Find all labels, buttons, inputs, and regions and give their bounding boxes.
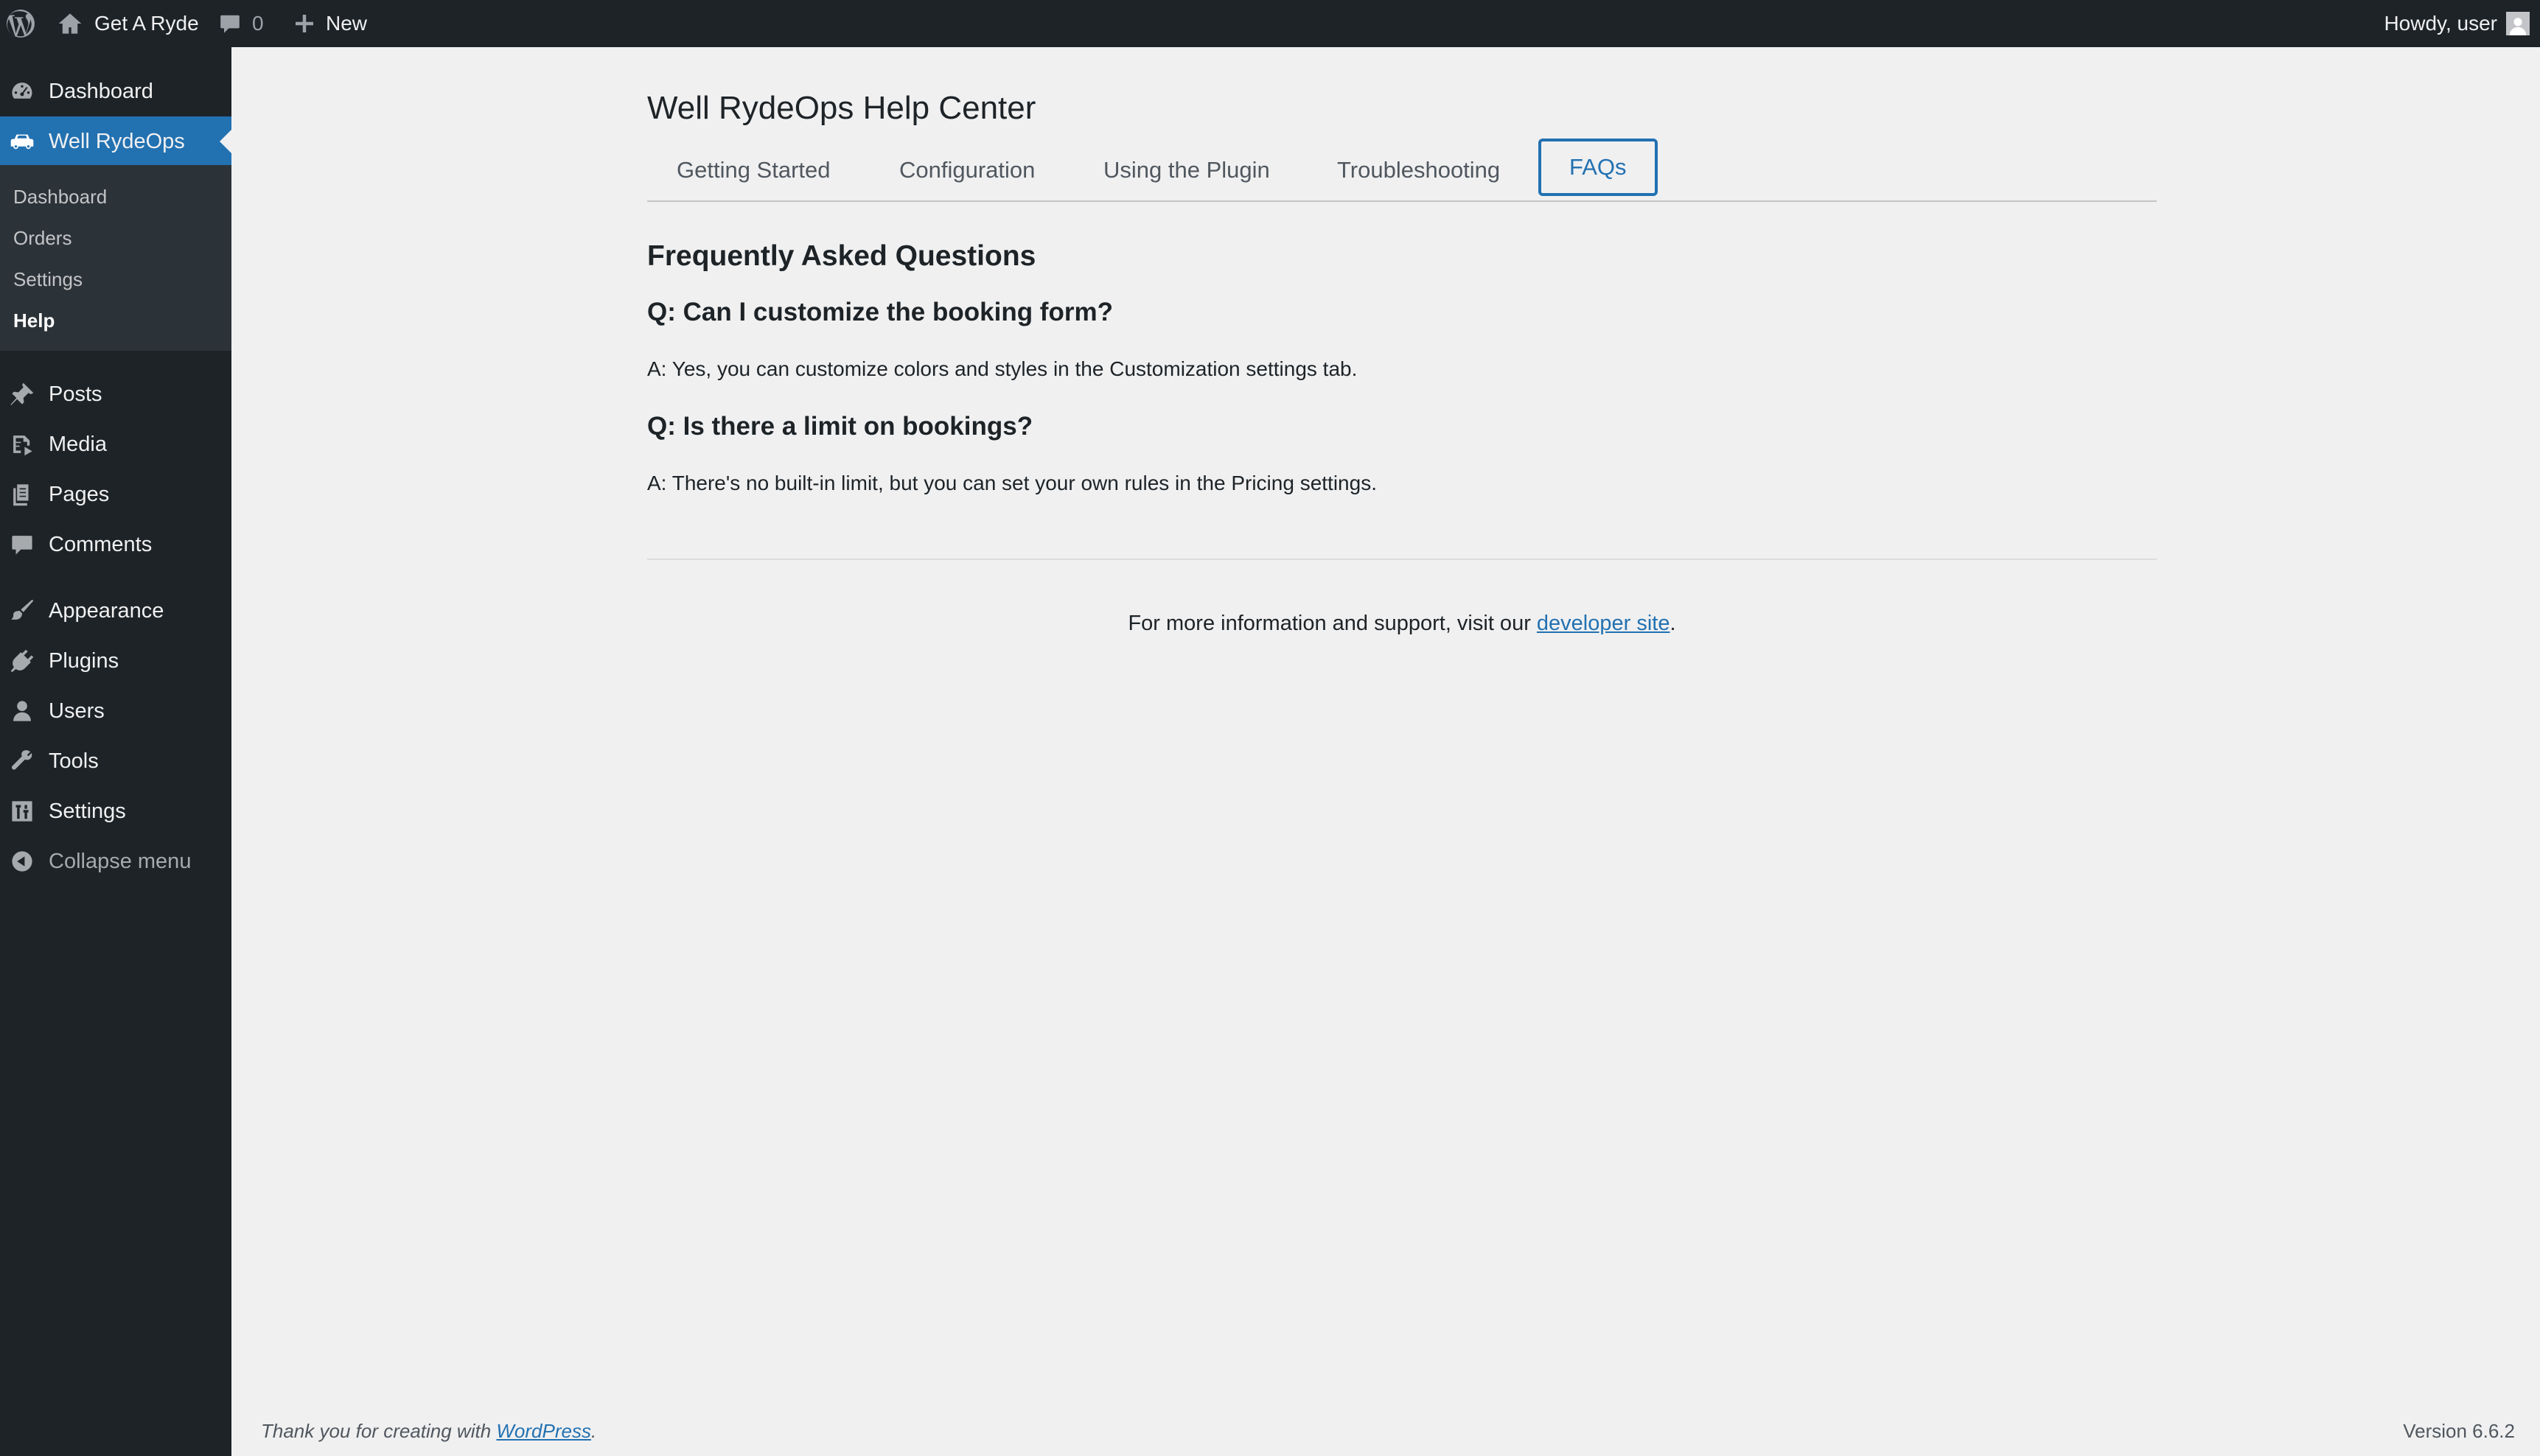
sidebar-item-plugins[interactable]: Plugins [0,636,231,686]
faq-answer: A: Yes, you can customize colors and sty… [647,357,1358,380]
tab-configuration[interactable]: Configuration [899,141,1035,199]
sidebar-item-label: Comments [49,532,153,556]
rydeops-submenu: Dashboard Orders Settings Help [0,165,231,351]
settings-icon [9,798,35,825]
tab-faqs[interactable]: FAQs [1538,139,1658,196]
page-title: Well RydeOps Help Center [647,90,1036,126]
main-content: Well RydeOps Help Center Getting Started… [231,47,2540,1456]
sidebar-item-dashboard[interactable]: Dashboard [0,66,231,116]
sidebar-item-label: Appearance [49,598,164,623]
sidebar-item-label: Pages [49,482,110,506]
comments-link[interactable]: 0 [218,0,264,47]
sidebar-item-posts[interactable]: Posts [0,369,231,419]
sidebar-item-pages[interactable]: Pages [0,469,231,519]
media-icon [9,431,35,458]
user-icon [9,698,35,724]
wordpress-link[interactable]: WordPress [496,1420,591,1442]
support-suffix: . [1670,612,1676,635]
admin-bar: Get A Ryde 0 New Howdy, user [0,0,2540,47]
pages-icon [9,481,35,508]
wordpress-logo-icon[interactable] [6,0,35,47]
submenu-item-settings[interactable]: Settings [13,268,83,291]
submenu-item-dashboard[interactable]: Dashboard [13,186,107,209]
footer-thanks-text: Thank you for creating with [261,1420,497,1442]
home-icon [57,11,83,36]
tab-getting-started[interactable]: Getting Started [677,141,831,199]
sidebar-item-label: Plugins [49,648,119,673]
wrench-icon [9,748,35,774]
comment-icon [9,531,35,558]
tab-using-the-plugin[interactable]: Using the Plugin [1103,141,1270,199]
sidebar-item-appearance[interactable]: Appearance [0,586,231,636]
plugin-icon [9,648,35,674]
tab-troubleshooting[interactable]: Troubleshooting [1337,141,1500,199]
dashboard-icon [9,78,35,105]
version-text: Version 6.6.2 [2403,1420,2515,1442]
sidebar-item-label: Collapse menu [49,849,192,873]
developer-site-link[interactable]: developer site [1537,612,1670,635]
faq-question: Q: Is there a limit on bookings? [647,412,1033,441]
sidebar-item-label: Media [49,432,107,456]
sidebar-collapse-menu[interactable]: Collapse menu [0,836,231,886]
plus-icon [293,13,315,35]
collapse-icon [9,848,35,875]
faq-answer: A: There's no built-in limit, but you ca… [647,472,1377,494]
sidebar-item-media[interactable]: Media [0,419,231,469]
admin-sidebar: Dashboard Well RydeOps Dashboard Orders … [0,47,231,1456]
tabs-divider [647,200,2157,202]
avatar [2506,12,2530,35]
sidebar-item-label: Settings [49,799,126,823]
sidebar-item-comments[interactable]: Comments [0,519,231,570]
comments-count: 0 [252,12,264,35]
car-icon [9,128,35,155]
faq-question: Q: Can I customize the booking form? [647,298,1113,326]
faq-heading: Frequently Asked Questions [647,240,1036,272]
submenu-item-orders[interactable]: Orders [13,227,71,250]
site-name-link[interactable]: Get A Ryde [57,0,199,47]
new-label: New [326,12,368,35]
sidebar-item-label: Posts [49,382,102,406]
site-name: Get A Ryde [94,12,199,35]
support-text: For more information and support, visit … [1128,612,1537,635]
sidebar-item-well-rydeops[interactable]: Well RydeOps [0,116,231,167]
sidebar-item-label: Tools [49,749,99,773]
howdy-text: Howdy, user [2384,12,2497,35]
sidebar-item-tools[interactable]: Tools [0,736,231,786]
support-note: For more information and support, visit … [647,612,2157,636]
footer-thanks-suffix: . [590,1420,597,1442]
sidebar-item-label: Well RydeOps [49,129,185,153]
sidebar-item-settings[interactable]: Settings [0,786,231,836]
footer-thanks: Thank you for creating with WordPress. [261,1420,596,1443]
comment-icon [218,12,242,35]
user-account-menu[interactable]: Howdy, user [2384,0,2530,47]
new-content-button[interactable]: New [293,0,367,47]
sidebar-item-label: Dashboard [49,79,153,103]
section-divider [647,559,2157,560]
pin-icon [9,381,35,407]
sidebar-item-label: Users [49,699,105,723]
submenu-item-help[interactable]: Help [13,309,55,332]
brush-icon [9,598,35,624]
sidebar-item-users[interactable]: Users [0,686,231,736]
